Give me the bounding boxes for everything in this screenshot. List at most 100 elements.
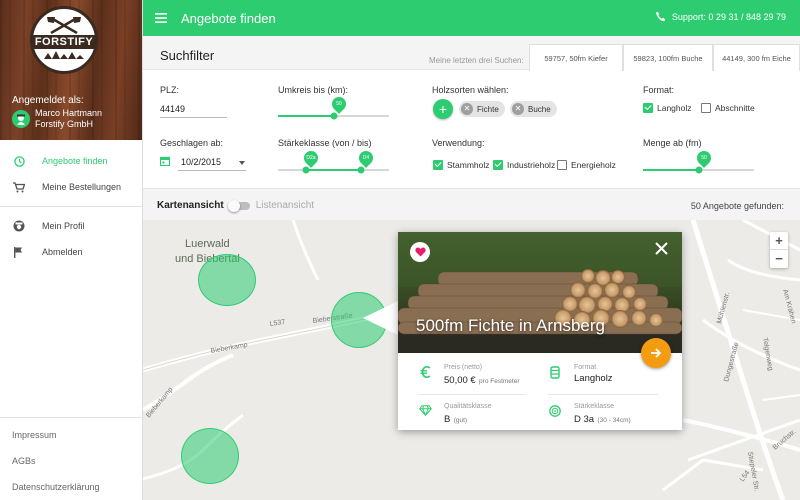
view-toggle-row: Kartenansicht Listenansicht 50 Angebote …	[143, 188, 800, 220]
map-offer-marker[interactable]	[198, 254, 256, 306]
quality-value: B	[444, 414, 451, 425]
offer-title: 500fm Fichte in Arnsberg	[416, 316, 605, 335]
footer-link-datenschutz[interactable]: Datenschutzerklärung	[0, 474, 143, 500]
brand-name: FORSTIFY	[30, 35, 98, 49]
date-label: Geschlagen ab:	[160, 138, 224, 148]
crossed-axes-icon	[47, 16, 81, 34]
quality-label: Qualitätsklasse	[444, 403, 492, 410]
filter-title: Suchfilter	[160, 48, 215, 63]
thickness-from-handle[interactable]	[302, 166, 310, 174]
thickness-from-bubble: D2a	[300, 148, 321, 168]
chevron-down-icon[interactable]	[239, 161, 245, 165]
nav-label: Angebote finden	[42, 156, 108, 166]
footer-link-impressum[interactable]: Impressum	[0, 422, 143, 448]
map-place-label: Luerwald	[185, 238, 230, 250]
list-view-label[interactable]: Listenansicht	[256, 200, 314, 211]
thickness-info-label: Stärkeklasse	[574, 403, 615, 410]
sidebar-footer: Impressum AGBs Datenschutzerklärung	[0, 417, 143, 500]
search-filter-panel: Suchfilter Meine letzten drei Suchen: 59…	[143, 36, 800, 188]
tree-saw-icon	[44, 51, 84, 59]
nav-item-abmelden[interactable]: Abmelden	[0, 239, 142, 265]
nav-item-angebote-finden[interactable]: Angebote finden	[0, 148, 142, 174]
price-unit: pro Festmeter	[479, 378, 520, 385]
thickness-to-bubble: D4	[356, 148, 377, 168]
date-underline	[178, 170, 246, 171]
zoom-out-button[interactable]: −	[770, 250, 788, 268]
checkbox-unchecked	[557, 160, 567, 170]
thickness-to-handle[interactable]	[357, 166, 365, 174]
usage-label: Verwendung:	[432, 138, 485, 148]
diamond-icon	[418, 402, 432, 416]
user-name: Marco Hartmann	[35, 108, 103, 118]
info-divider	[548, 394, 658, 395]
phone-icon	[655, 11, 666, 22]
top-app-bar: Angebote finden Support: 0 29 31 / 848 2…	[143, 0, 800, 36]
zoom-in-button[interactable]: +	[770, 232, 788, 250]
format-abschnitte-checkbox[interactable]: Abschnitte	[701, 103, 755, 113]
thickness-info: Stärkeklasse D 3a (30 - 34cm)	[548, 402, 631, 426]
nav-divider	[0, 206, 142, 207]
recent-search-tab[interactable]: 44149, 300 fm Eiche	[713, 44, 800, 71]
sidebar-nav: Angebote finden Meine Bestellungen Mein …	[0, 148, 142, 265]
nav-label: Meine Bestellungen	[42, 182, 122, 192]
nav-label: Abmelden	[42, 247, 83, 257]
hamburger-menu-icon[interactable]	[143, 13, 179, 23]
wood-chip-fichte: ✕ Fichte	[459, 101, 505, 117]
quantity-slider-handle[interactable]	[695, 166, 702, 174]
user-info: Marco Hartmann Forstify GmbH	[12, 108, 102, 130]
thickness-info-value: D 3a	[574, 414, 595, 425]
euro-icon	[418, 363, 432, 378]
info-divider	[418, 394, 526, 395]
checkbox-checked	[493, 160, 503, 170]
remove-chip-icon[interactable]: ✕	[512, 103, 524, 115]
format-label: Format	[574, 364, 597, 371]
checkbox-checked	[643, 103, 653, 113]
user-company: Forstify GmbH	[35, 119, 94, 129]
format-langholz-checkbox[interactable]: Langholz	[643, 103, 692, 113]
usage-energieholz-checkbox[interactable]: Energieholz	[557, 160, 616, 170]
cart-icon	[12, 181, 26, 193]
recent-search-tab[interactable]: 59823, 100fm Buche	[623, 44, 713, 71]
close-icon[interactable]	[655, 242, 668, 258]
remove-chip-icon[interactable]: ✕	[461, 103, 473, 115]
view-switch[interactable]	[227, 199, 250, 212]
forstify-logo[interactable]: FORSTIFY	[30, 6, 98, 74]
format-info: Format Langholz	[548, 363, 613, 385]
flag-icon	[12, 246, 26, 258]
format-label: Format:	[643, 85, 675, 95]
recent-search-tab[interactable]: 59757, 50fm Kiefer	[529, 44, 623, 71]
plz-input[interactable]: 44149	[160, 104, 185, 114]
support-phone[interactable]: Support: 0 29 31 / 848 29 79	[655, 11, 786, 22]
nav-item-mein-profil[interactable]: Mein Profil	[0, 213, 142, 239]
filter-header: Suchfilter Meine letzten drei Suchen: 59…	[143, 36, 800, 71]
plz-label: PLZ:	[160, 85, 180, 95]
date-select[interactable]: 10/2/2015	[181, 157, 221, 167]
radius-value-bubble: 50	[328, 94, 349, 114]
usage-stammholz-checkbox[interactable]: Stammholz	[433, 160, 490, 170]
footer-link-agbs[interactable]: AGBs	[0, 448, 143, 474]
clock-icon	[12, 155, 26, 167]
log-stack-icon	[548, 363, 562, 379]
wood-chip-buche: ✕ Buche	[510, 101, 557, 117]
usage-industrieholz-checkbox[interactable]: Industrieholz	[493, 160, 555, 170]
logged-in-label: Angemeldet als:	[12, 95, 84, 106]
offer-image: 500fm Fichte in Arnsberg	[398, 232, 682, 353]
sidebar: FORSTIFY Angemeldet als: Marco Hartmann …	[0, 0, 143, 500]
calendar-icon[interactable]	[160, 156, 170, 166]
price-label: Preis (netto)	[444, 364, 483, 371]
favorite-heart-icon[interactable]	[410, 242, 430, 262]
radius-slider-handle[interactable]	[330, 112, 337, 120]
thickness-slider-fill	[305, 169, 362, 171]
map-offer-marker[interactable]	[181, 428, 239, 484]
price-info: Preis (netto) 50,00 € pro Festmeter	[418, 363, 520, 387]
plz-underline	[160, 117, 227, 118]
nav-item-meine-bestellungen[interactable]: Meine Bestellungen	[0, 174, 142, 200]
add-wood-type-button[interactable]: +	[433, 99, 453, 119]
page-title: Angebote finden	[181, 10, 276, 26]
wood-type-label: Holzsorten wählen:	[432, 85, 509, 95]
map-view-label[interactable]: Kartenansicht	[157, 200, 224, 211]
price-value: 50,00 €	[444, 375, 476, 386]
radius-slider-fill	[278, 115, 334, 117]
open-offer-button[interactable]	[641, 338, 671, 368]
lumberjack-avatar-icon	[17, 114, 25, 125]
